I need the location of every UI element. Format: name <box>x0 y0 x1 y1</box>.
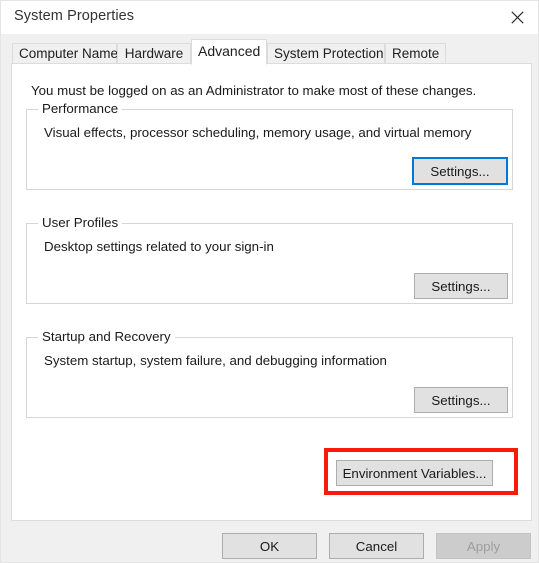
performance-group-label: Performance <box>38 101 123 116</box>
advanced-tab-panel: You must be logged on as an Administrato… <box>11 63 532 521</box>
apply-button: Apply <box>436 533 531 559</box>
environment-variables-button[interactable]: Environment Variables... <box>336 460 493 486</box>
admin-notice-text: You must be logged on as an Administrato… <box>31 83 477 98</box>
performance-settings-button[interactable]: Settings... <box>412 157 508 185</box>
tab-computer-name[interactable]: Computer Name <box>12 43 118 64</box>
user-profiles-settings-button[interactable]: Settings... <box>414 273 508 299</box>
startup-recovery-description: System startup, system failure, and debu… <box>44 353 387 368</box>
title-bar: System Properties <box>1 1 538 34</box>
startup-recovery-settings-button[interactable]: Settings... <box>414 387 508 413</box>
tab-system-protection[interactable]: System Protection <box>267 43 385 64</box>
performance-group: Performance Visual effects, processor sc… <box>26 101 513 190</box>
tab-strip: Computer Name Hardware Advanced System P… <box>1 34 538 65</box>
ok-button[interactable]: OK <box>222 533 317 559</box>
tab-advanced[interactable]: Advanced <box>191 39 267 65</box>
window-title: System Properties <box>14 8 135 24</box>
startup-recovery-group: Startup and Recovery System startup, sys… <box>26 329 513 418</box>
user-profiles-group: User Profiles Desktop settings related t… <box>26 215 513 304</box>
close-icon[interactable] <box>494 1 538 33</box>
tab-hardware[interactable]: Hardware <box>117 43 191 64</box>
cancel-button[interactable]: Cancel <box>329 533 424 559</box>
system-properties-dialog: System Properties Computer Name Hardware… <box>0 0 539 563</box>
tab-remote[interactable]: Remote <box>385 43 446 64</box>
startup-recovery-group-label: Startup and Recovery <box>38 329 175 344</box>
user-profiles-group-label: User Profiles <box>38 215 123 230</box>
user-profiles-description: Desktop settings related to your sign-in <box>44 239 274 254</box>
performance-description: Visual effects, processor scheduling, me… <box>44 125 472 140</box>
